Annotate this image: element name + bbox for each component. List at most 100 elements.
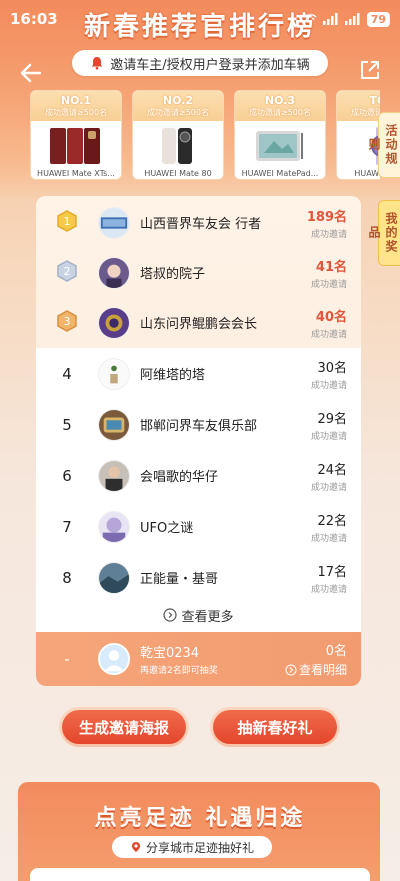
avatar bbox=[98, 256, 130, 289]
avatar bbox=[98, 306, 130, 339]
foldable-phone-image bbox=[50, 128, 100, 164]
footprint-title: 点亮足迹 礼遇归途 bbox=[94, 806, 306, 831]
rules-tab[interactable]: 活动规则 bbox=[367, 112, 400, 178]
invite-notice: 邀请车主/授权用户登录并添加车辆 bbox=[72, 50, 328, 76]
row-sub: 成功邀请 bbox=[310, 533, 347, 544]
rank-number: 8 bbox=[62, 568, 72, 587]
avatar bbox=[98, 510, 130, 543]
row-count: 189名 bbox=[306, 209, 347, 225]
row-name: 阿维塔的塔 bbox=[140, 368, 206, 383]
generate-poster-button[interactable]: 生成邀请海报 bbox=[62, 710, 186, 744]
my-prizes-tab[interactable]: 我的奖品 bbox=[367, 200, 400, 266]
row-name: 山东问界鲲鹏会会长 bbox=[140, 317, 258, 332]
ranking-board: 1 山西晋界车友会 行者 189名 成功邀请 2 塔叔的院子 41名 成功邀请 bbox=[36, 196, 361, 686]
rank-number: 6 bbox=[62, 466, 72, 485]
avatar bbox=[98, 357, 130, 390]
row-name: 正能量・基哥 bbox=[140, 572, 219, 587]
share-footprint-pill[interactable]: 分享城市足迹抽好礼 bbox=[112, 836, 272, 858]
row-sub: 成功邀请 bbox=[310, 584, 347, 595]
row-stats: 29名 成功邀请 bbox=[281, 408, 361, 442]
prize-card-3[interactable]: NO.3 成功邀请≥500名 HUAWEI MatePad... bbox=[234, 90, 326, 180]
prize-card-2[interactable]: NO.2 成功邀请≥500名 HUAWEI Mate 80 bbox=[132, 90, 224, 180]
row-stats: 189名 成功邀请 bbox=[281, 206, 361, 240]
prize-card-4[interactable]: TOP 成功邀请≥500名 HUAWEI WA... bbox=[336, 90, 380, 180]
row-sub: 成功邀请 bbox=[310, 279, 347, 290]
svg-text:2: 2 bbox=[64, 265, 71, 278]
my-hint: 再邀请2名即可抽奖 bbox=[140, 666, 218, 676]
view-more-label: 查看更多 bbox=[181, 609, 234, 625]
prize-rank: TOP bbox=[369, 94, 380, 107]
tablet-image bbox=[256, 131, 303, 161]
row-sub: 成功邀请 bbox=[310, 329, 347, 340]
prize-condition: 成功邀请≥500名 bbox=[351, 108, 380, 117]
chevron-right-circle-icon bbox=[285, 664, 297, 675]
my-stats: 0名 查看明细 bbox=[285, 640, 361, 678]
rank-number: 7 bbox=[62, 517, 72, 536]
prize-head: NO.2 成功邀请≥500名 bbox=[133, 91, 223, 121]
row-count: 22名 bbox=[317, 513, 347, 529]
table-row[interactable]: 3 山东问界鲲鹏会会长 40名 成功邀请 bbox=[36, 297, 361, 348]
row-sub: 成功邀请 bbox=[310, 431, 347, 442]
prize-head: NO.3 成功邀请≥500名 bbox=[235, 91, 325, 121]
prize-carousel[interactable]: NO.1 成功邀请≥500名 HUAWEI Mate XTs... NO.2 成… bbox=[30, 90, 380, 182]
prize-name: HUAWEI MatePad... bbox=[241, 169, 319, 178]
back-arrow-icon[interactable] bbox=[18, 60, 44, 86]
row-name: 塔叔的院子 bbox=[140, 267, 206, 282]
gold-medal-icon: 1 bbox=[57, 209, 77, 232]
row-count: 40名 bbox=[315, 309, 347, 325]
page-title: 新春推荐官排行榜 bbox=[83, 12, 316, 42]
prize-name: HUAWEI WA... bbox=[354, 169, 380, 178]
location-pin-icon bbox=[131, 842, 140, 852]
silver-medal-icon: 2 bbox=[57, 259, 77, 282]
table-row[interactable]: 2 塔叔的院子 41名 成功邀请 bbox=[36, 247, 361, 298]
row-count: 30名 bbox=[317, 360, 347, 376]
row-count: 17名 bbox=[317, 564, 347, 580]
table-row[interactable]: 6 会唱歌的华仔 24名 成功邀请 bbox=[36, 450, 361, 501]
row-stats: 41名 成功邀请 bbox=[281, 256, 361, 290]
my-name: 乾宝0234 bbox=[140, 646, 200, 661]
row-name: 邯郸问界车友俱乐部 bbox=[140, 419, 258, 434]
row-name: 山西晋界车友会 行者 bbox=[140, 217, 262, 232]
prize-rank: NO.3 bbox=[264, 94, 296, 107]
row-stats: 17名 成功邀请 bbox=[281, 561, 361, 595]
row-sub: 成功邀请 bbox=[310, 229, 347, 240]
page: 16:03 79 新春推荐官排行榜 邀请车主/授权用户登录并添加车辆 NO.1 … bbox=[0, 0, 400, 881]
row-stats: 24名 成功邀请 bbox=[281, 459, 361, 493]
table-row[interactable]: 8 正能量・基哥 17名 成功邀请 bbox=[36, 552, 361, 603]
prize-card-1[interactable]: NO.1 成功邀请≥500名 HUAWEI Mate XTs... bbox=[30, 90, 122, 180]
row-count: 24名 bbox=[317, 462, 347, 478]
rank-cell: 1 bbox=[36, 209, 98, 236]
view-more-button[interactable]: 查看更多 bbox=[36, 600, 361, 630]
my-count: 0名 bbox=[325, 644, 347, 659]
row-sub: 成功邀请 bbox=[310, 380, 347, 391]
row-count: 29名 bbox=[317, 411, 347, 427]
prize-name: HUAWEI Mate XTs... bbox=[37, 169, 115, 178]
my-rank: - bbox=[64, 650, 70, 668]
phone-image bbox=[162, 128, 192, 164]
prize-condition: 成功邀请≥500名 bbox=[45, 108, 107, 117]
share-icon[interactable] bbox=[358, 58, 382, 82]
footprint-card bbox=[30, 868, 370, 881]
table-row[interactable]: 1 山西晋界车友会 行者 189名 成功邀请 bbox=[36, 197, 361, 248]
view-detail-button[interactable]: 查看明细 bbox=[285, 661, 347, 678]
row-stats: 22名 成功邀请 bbox=[281, 510, 361, 544]
bell-icon bbox=[91, 57, 103, 70]
avatar bbox=[98, 408, 130, 441]
share-footprint-label: 分享城市足迹抽好礼 bbox=[145, 840, 254, 855]
my-rank-row: - 乾宝0234 再邀请2名即可抽奖 0名 查看明细 bbox=[36, 632, 361, 686]
table-row[interactable]: 5 邯郸问界车友俱乐部 29名 成功邀请 bbox=[36, 399, 361, 450]
my-avatar bbox=[98, 643, 130, 675]
avatar bbox=[98, 459, 130, 492]
prize-head: NO.1 成功邀请≥500名 bbox=[31, 91, 121, 121]
row-stats: 30名 成功邀请 bbox=[281, 357, 361, 391]
prize-head: TOP 成功邀请≥500名 bbox=[337, 91, 380, 121]
prize-condition: 成功邀请≥500名 bbox=[147, 108, 209, 117]
row-count: 41名 bbox=[315, 259, 347, 275]
table-row[interactable]: 4 阿维塔的塔 30名 成功邀请 bbox=[36, 348, 361, 399]
chevron-right-circle-icon bbox=[163, 608, 178, 622]
prize-condition: 成功邀请≥500名 bbox=[249, 108, 311, 117]
rank-cell: 2 bbox=[36, 259, 98, 286]
table-row[interactable]: 7 UFO之谜 22名 成功邀请 bbox=[36, 501, 361, 552]
prize-name: HUAWEI Mate 80 bbox=[144, 169, 212, 178]
lottery-button[interactable]: 抽新春好礼 bbox=[213, 710, 337, 744]
